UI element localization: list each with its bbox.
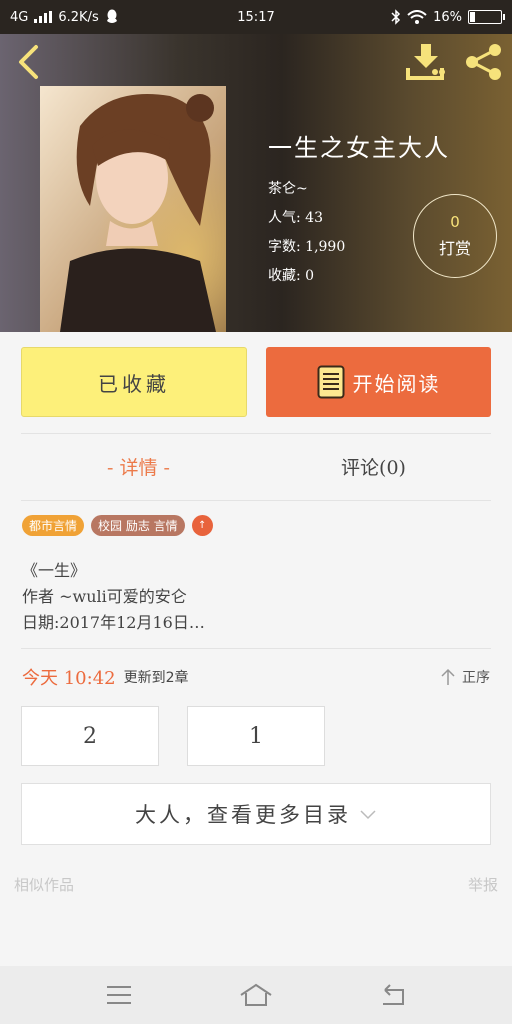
book-collections: 收藏: 0 [268,268,315,284]
sort-order-button[interactable]: 正序 [440,667,490,687]
home-icon [240,983,272,1006]
tag-genre[interactable]: 都市言情 [22,515,85,536]
view-more-catalog-label: 大人，查看更多目录 [135,803,351,827]
cover-image [40,86,226,332]
back-arrow-icon [19,45,38,79]
tag-more-button[interactable]: ↑ [191,515,213,536]
view-more-catalog-button[interactable]: 大人，查看更多目录 [21,783,491,845]
chevron-down-icon [360,810,376,820]
home-button[interactable] [226,975,286,1015]
battery-percent: 16% [433,9,462,25]
collected-button[interactable]: 已收藏 [21,347,247,417]
tab-comments[interactable]: 评论(0) [256,434,491,498]
wifi-icon [407,10,427,24]
book-title: 一生之女主大人 [268,134,450,162]
update-time: 今天 10:42 [22,668,116,689]
similar-works-heading: 相似作品 [14,876,75,894]
reward-count: 0 [450,213,460,231]
divider [21,648,491,649]
tag-category[interactable]: 校园 励志 言情 [91,515,185,536]
tab-detail[interactable]: - 详情 - [21,434,256,498]
nav-back-button[interactable] [363,975,423,1015]
share-button[interactable] [462,42,506,82]
reward-label: 打赏 [438,239,471,258]
network-speed: 6.2K/s [58,9,99,25]
start-reading-button[interactable]: 开始阅读 [266,347,491,417]
bluetooth-icon [391,9,401,25]
book-cover[interactable] [40,86,226,332]
collected-label: 已收藏 [98,371,170,396]
chapter-item[interactable]: 1 [187,706,325,766]
report-button[interactable]: 举报 [468,874,498,895]
description-line: 日期:2017年12月16日… [22,613,205,632]
book-icon [317,365,344,399]
qq-icon [106,9,117,23]
sort-order-label: 正序 [462,670,490,686]
book-description[interactable]: 《一生》 作者 ~wuli可爱的安仑 日期:2017年12月16日… [22,558,205,636]
update-text: 更新到2章 [123,670,189,686]
description-line: 作者 ~wuli可爱的安仑 [22,587,187,606]
share-icon [466,44,501,80]
chapter-item[interactable]: 2 [21,706,159,766]
return-icon [383,984,405,1005]
battery-icon [468,10,505,24]
reward-button[interactable]: 0 打赏 [413,194,497,278]
download-button[interactable] [404,42,448,82]
book-author[interactable]: 茶仑~ [268,175,450,204]
description-line: 《一生》 [22,561,87,580]
network-type: 4G [10,9,29,25]
system-navbar [0,966,512,1024]
start-reading-label: 开始阅读 [352,371,441,396]
signal-icon [34,11,53,23]
back-button[interactable] [10,42,46,82]
book-header: 一生之女主大人 茶仑~ 人气: 43 字数: 1,990 收藏: 0 0 打赏 [0,34,512,332]
download-icon [406,44,445,80]
menu-button[interactable] [89,975,149,1015]
update-row: 今天 10:42 更新到2章 正序 [22,662,490,692]
arrow-up-icon [441,668,455,685]
status-bar: 4G 6.2K/s 15:17 16% [0,0,512,34]
menu-icon [106,986,131,1004]
divider [21,500,491,501]
tag-list: 都市言情 校园 励志 言情 ↑ [22,515,213,536]
